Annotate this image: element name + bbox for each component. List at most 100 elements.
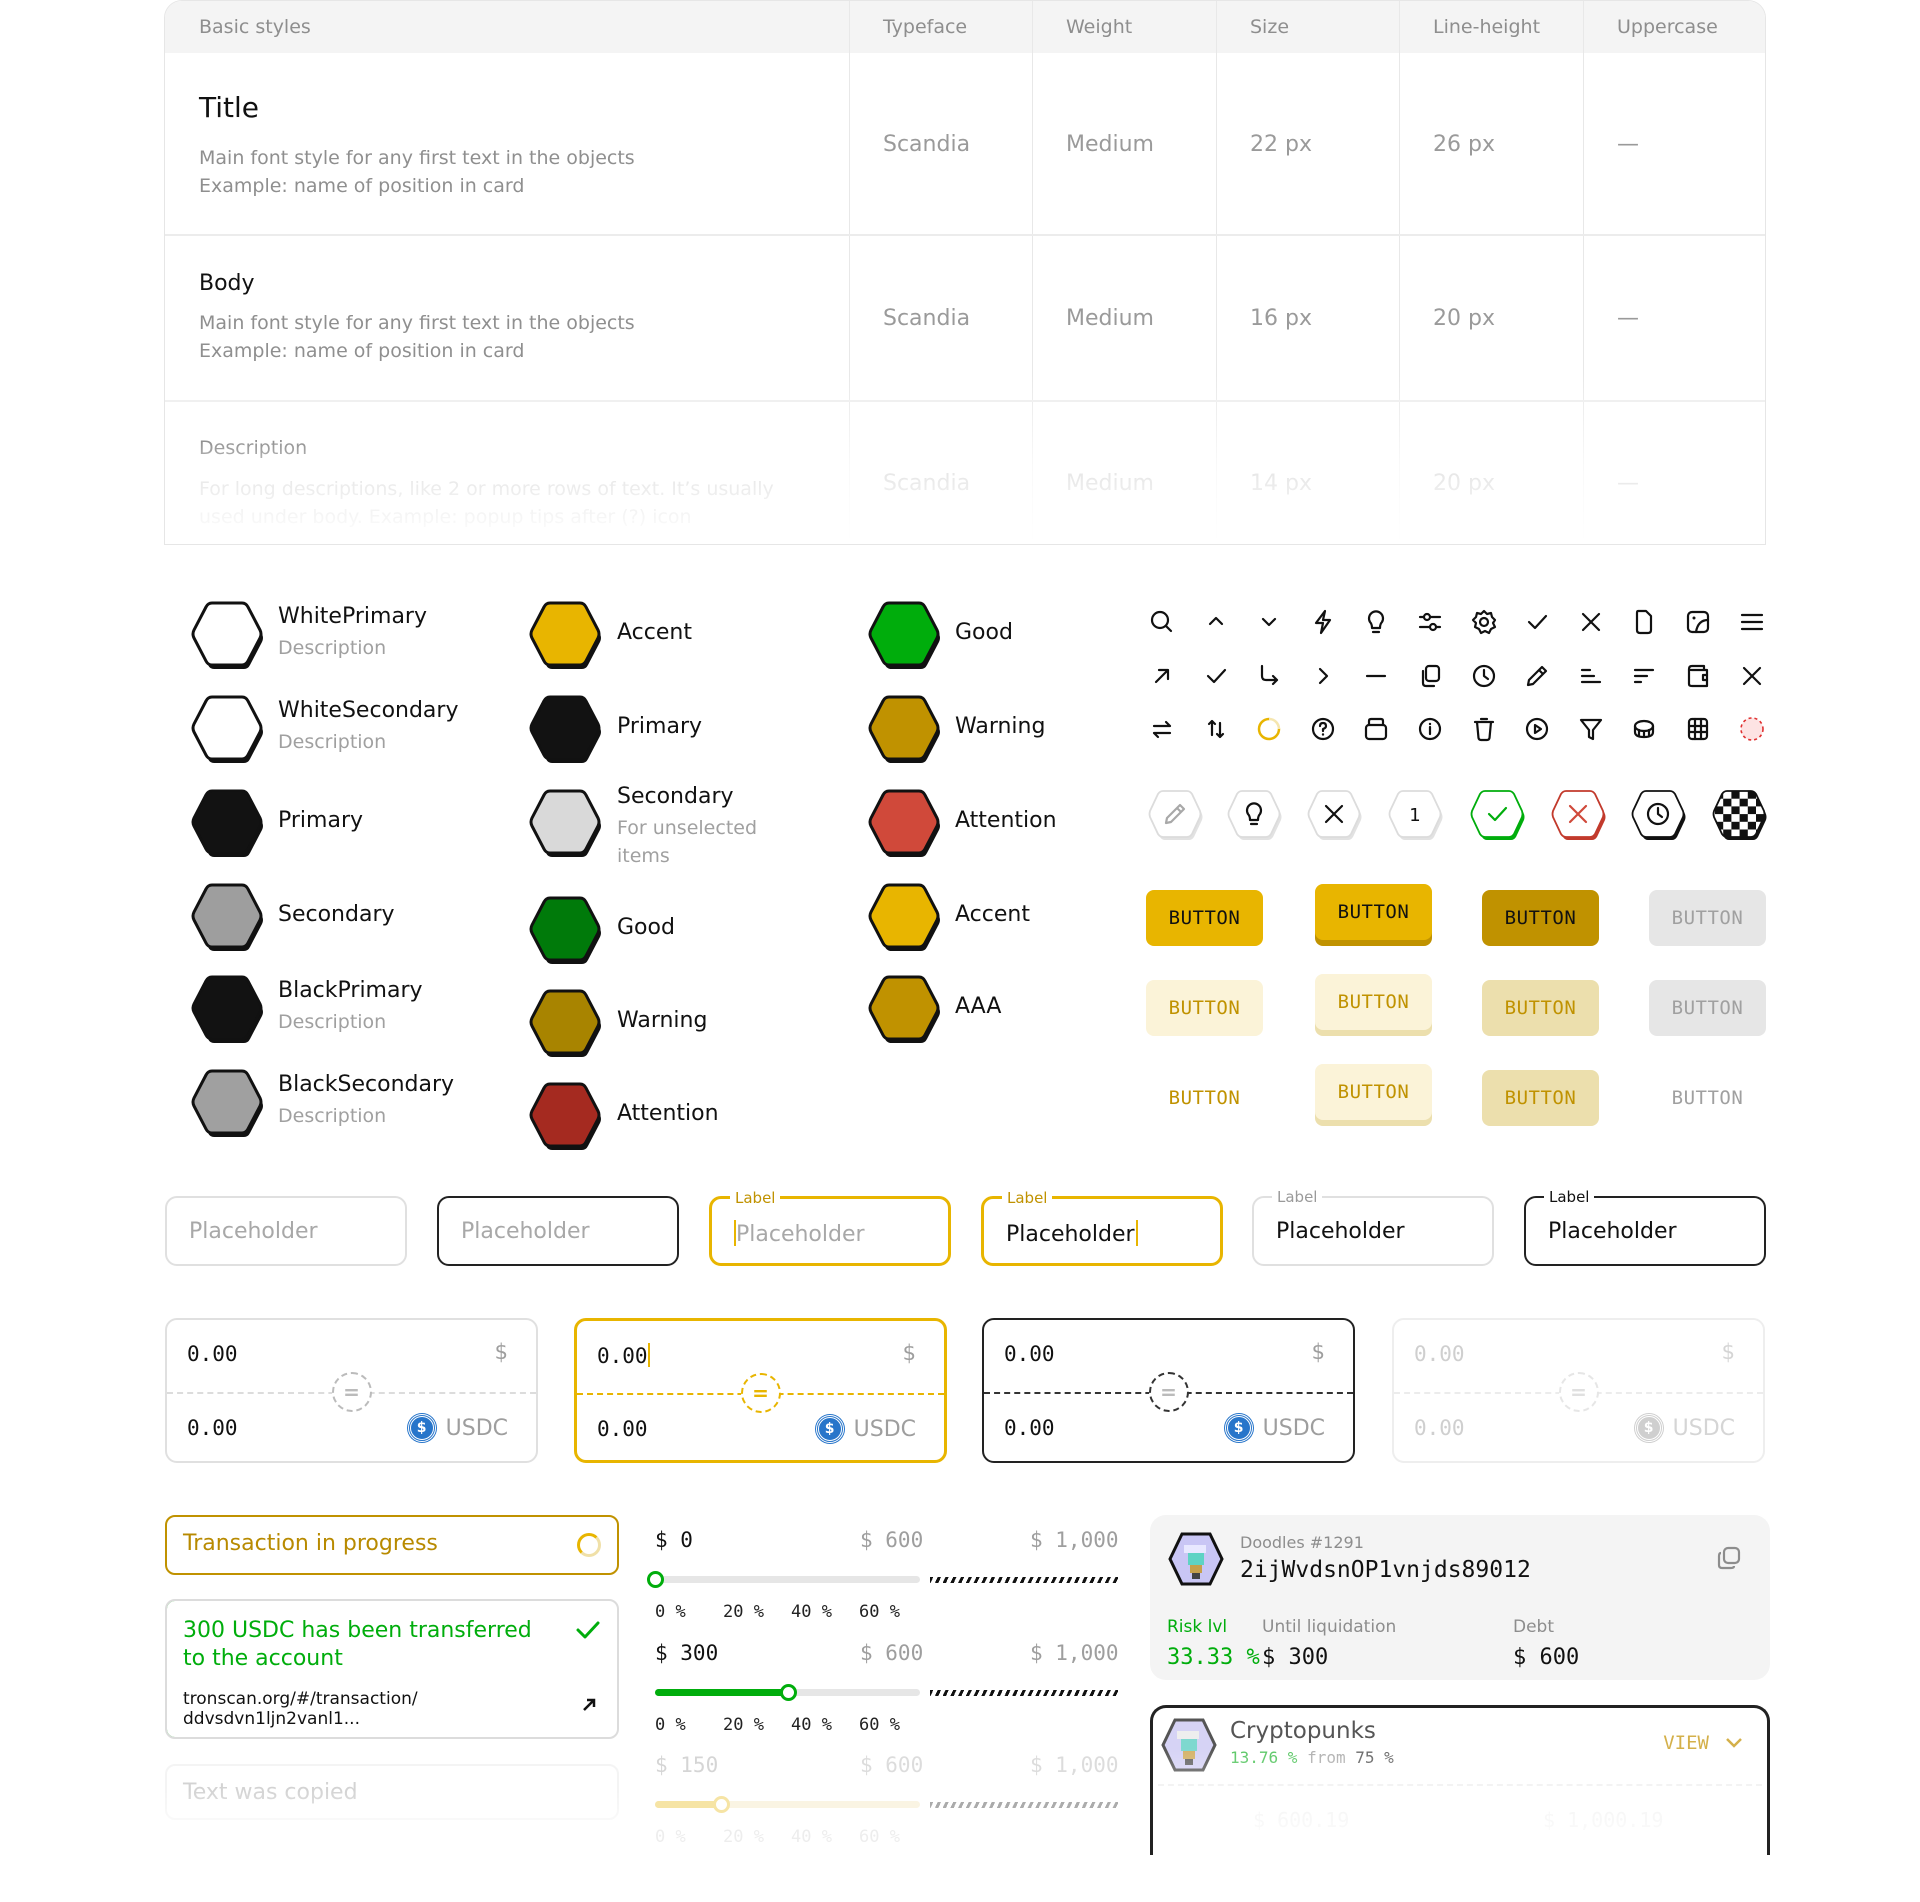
collection-name: Doodles #1291	[1240, 1533, 1364, 1552]
close-hex-button[interactable]	[1306, 788, 1362, 840]
clock-hex-button[interactable]	[1630, 788, 1686, 840]
align-bottom-icon[interactable]	[1576, 661, 1606, 691]
token-selector[interactable]: $ USDC	[1224, 1414, 1325, 1442]
lightbulb-icon[interactable]	[1361, 607, 1391, 637]
nft-avatar	[1168, 1532, 1224, 1586]
amount-input-top[interactable]: 0.00	[597, 1343, 650, 1368]
button-soft-raised[interactable]: BUTTON	[1315, 974, 1432, 1030]
swatch-name: Accent	[617, 620, 692, 645]
button-disabled[interactable]: BUTTON	[1649, 980, 1766, 1036]
slider-handle[interactable]	[647, 1571, 664, 1588]
cell-line-height: 26 px	[1433, 132, 1495, 157]
number-hex-button[interactable]: 1	[1387, 788, 1443, 840]
menu-icon[interactable]	[1737, 607, 1767, 637]
amount-input-bottom[interactable]: 0.00	[187, 1416, 238, 1440]
close-icon[interactable]	[1737, 661, 1767, 691]
button-soft-pressed[interactable]: BUTTON	[1482, 1070, 1599, 1126]
amount-input-top[interactable]: 0.00	[1004, 1342, 1055, 1366]
placeholder-dashed-icon[interactable]	[1737, 714, 1767, 744]
spinner-icon[interactable]	[1254, 714, 1284, 744]
cell-size: 14 px	[1250, 471, 1312, 496]
arrow-turn-right-icon[interactable]	[1254, 661, 1284, 691]
collection-card[interactable]: Cryptopunks 13.76 % from 75 % VIEW $ 600…	[1150, 1705, 1770, 1855]
check-hex-button[interactable]	[1469, 788, 1525, 840]
close-icon[interactable]	[1576, 607, 1606, 637]
coins-icon[interactable]	[1629, 714, 1659, 744]
column-divider	[849, 1, 850, 544]
wallet-icon[interactable]	[1683, 661, 1713, 691]
info-icon[interactable]	[1415, 714, 1445, 744]
slider-handle[interactable]	[779, 1684, 797, 1701]
chevron-right-icon[interactable]	[1308, 661, 1338, 691]
filter-icon[interactable]	[1576, 714, 1606, 744]
description-line: Main font style for any first text in th…	[199, 147, 635, 169]
clock-icon[interactable]	[1469, 661, 1499, 691]
checkered-flag-hex-button[interactable]	[1711, 788, 1767, 840]
check-icon[interactable]	[1522, 607, 1552, 637]
close-hex-button[interactable]	[1550, 788, 1606, 840]
grid-icon[interactable]	[1683, 714, 1713, 744]
text-input-focus-filled[interactable]: Label Placeholder	[981, 1189, 1223, 1266]
text-input-filled[interactable]: Label Placeholder	[1252, 1188, 1494, 1266]
swap-vertical-icon[interactable]	[1201, 714, 1231, 744]
swap-horizontal-icon[interactable]	[1147, 714, 1177, 744]
button-soft-pressed[interactable]: BUTTON	[1482, 980, 1599, 1036]
search-icon[interactable]	[1147, 607, 1177, 637]
image-icon[interactable]	[1683, 607, 1713, 637]
swatch-description: Description	[278, 731, 387, 753]
slider-track[interactable]	[655, 1576, 920, 1583]
button-primary-raised[interactable]: BUTTON	[1315, 884, 1432, 940]
amount-input-bottom[interactable]: 0.00	[1004, 1416, 1055, 1440]
amount-input-bottom[interactable]: 0.00	[1414, 1416, 1465, 1440]
amount-value: 0.00	[1414, 1342, 1465, 1366]
gear-icon[interactable]	[1469, 607, 1499, 637]
notification-link[interactable]: tronscan.org/#/transaction/ ddvsdvn1ljn2…	[183, 1689, 418, 1729]
equals-icon: =	[1558, 1372, 1599, 1412]
button-ghost-disabled[interactable]: BUTTON	[1649, 1070, 1766, 1126]
button-soft-raised[interactable]: BUTTON	[1315, 1064, 1432, 1120]
pencil-icon[interactable]	[1522, 661, 1552, 691]
token-selector[interactable]: $ USDC	[407, 1414, 508, 1442]
check-icon[interactable]	[1201, 661, 1231, 691]
token-selector[interactable]: $ USDC	[815, 1415, 916, 1443]
copy-icon[interactable]	[1415, 661, 1445, 691]
currency-symbol: $	[902, 1341, 916, 1365]
arrow-up-right-icon[interactable]	[1147, 661, 1177, 691]
usdc-icon: $	[1634, 1414, 1663, 1442]
button-primary[interactable]: BUTTON	[1146, 890, 1263, 946]
description-line: For long descriptions, like 2 or more ro…	[199, 478, 774, 500]
help-icon[interactable]	[1308, 714, 1338, 744]
copy-icon[interactable]	[1716, 1545, 1742, 1571]
amount-input-bottom[interactable]: 0.00	[597, 1417, 648, 1441]
button-primary-pressed[interactable]: BUTTON	[1482, 890, 1599, 946]
amount-input-top[interactable]: 0.00	[1414, 1342, 1465, 1366]
pencil-hex-button[interactable]	[1147, 788, 1203, 840]
button-ghost[interactable]: BUTTON	[1146, 1070, 1263, 1126]
trash-icon[interactable]	[1469, 714, 1499, 744]
color-swatch	[528, 599, 602, 669]
token-selector[interactable]: $ USDC	[1634, 1414, 1735, 1442]
external-link-icon[interactable]	[581, 1697, 597, 1713]
play-icon[interactable]	[1522, 714, 1552, 744]
text-input-filled-hover[interactable]: Label Placeholder	[1524, 1188, 1766, 1266]
document-icon[interactable]	[1629, 607, 1659, 637]
text-input-default[interactable]: Placeholder	[165, 1196, 407, 1266]
swatch-name: AAA	[955, 994, 1002, 1019]
amount-input-top[interactable]: 0.00	[187, 1342, 238, 1366]
lightbulb-hex-button[interactable]	[1226, 788, 1282, 840]
sort-icon[interactable]	[1629, 661, 1659, 691]
input-label: Label	[1544, 1188, 1595, 1206]
lightning-icon[interactable]	[1308, 607, 1338, 637]
text-input-hover[interactable]: Placeholder	[437, 1196, 679, 1266]
risk-label: Risk lvl	[1167, 1617, 1228, 1637]
slider-handle[interactable]	[713, 1796, 731, 1813]
minus-icon[interactable]	[1361, 661, 1391, 691]
button-soft[interactable]: BUTTON	[1146, 980, 1263, 1036]
input-placeholder: Placeholder	[189, 1219, 318, 1244]
sliders-icon[interactable]	[1415, 607, 1445, 637]
folder-icon[interactable]	[1361, 714, 1391, 744]
chevron-down-icon[interactable]	[1254, 607, 1284, 637]
button-disabled[interactable]: BUTTON	[1649, 890, 1766, 946]
text-input-focus-empty[interactable]: Label Placeholder	[709, 1189, 951, 1266]
chevron-up-icon[interactable]	[1201, 607, 1231, 637]
